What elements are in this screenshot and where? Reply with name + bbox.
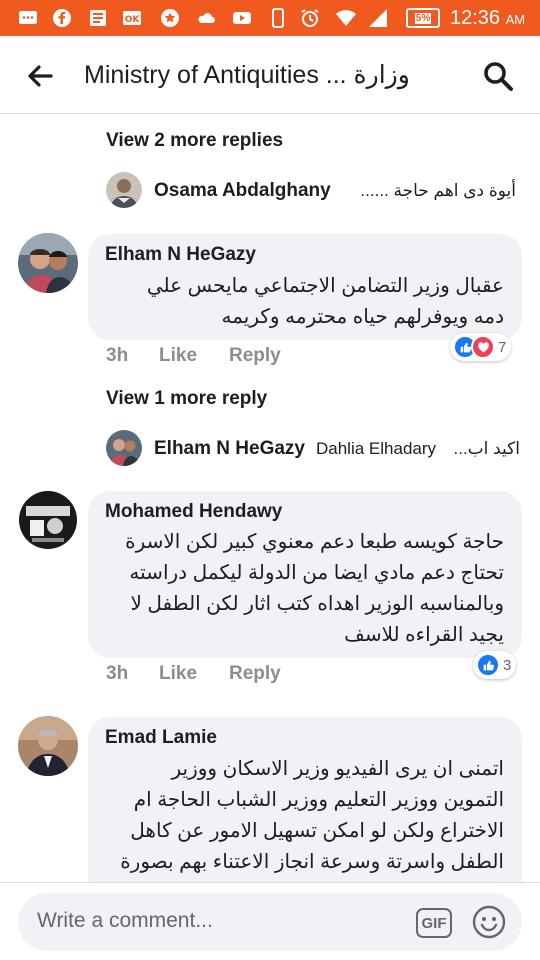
youtube-icon bbox=[232, 8, 252, 28]
cloud-icon bbox=[196, 8, 216, 28]
like-button[interactable]: Like bbox=[159, 663, 197, 685]
alarm-icon bbox=[300, 8, 320, 28]
clock: 12:36 AM bbox=[450, 7, 525, 30]
back-arrow-icon bbox=[28, 65, 53, 87]
message-icon bbox=[18, 8, 38, 28]
reply-preview[interactable]: أيوة دى اهم حاجة ...... bbox=[360, 181, 516, 201]
comment-line: الطفل واسرتة وسرعة انجاز الاعتناء بهم بص… bbox=[120, 851, 504, 873]
comment-line: دمه ويوفرلهم حياه محترمه وكريمه bbox=[221, 306, 504, 328]
search-button[interactable] bbox=[478, 56, 518, 96]
comment-timestamp[interactable]: 3h bbox=[106, 345, 128, 367]
comment-timestamp[interactable]: 3h bbox=[106, 663, 128, 685]
like-button[interactable]: Like bbox=[159, 345, 197, 367]
page-title: Ministry of Antiquities ... وزارة bbox=[84, 61, 410, 89]
clock-ampm: AM bbox=[505, 12, 526, 27]
wifi-icon bbox=[336, 8, 356, 28]
reply-mention[interactable]: Dahlia Elhadary bbox=[316, 439, 436, 459]
reply-button[interactable]: Reply bbox=[229, 663, 281, 685]
battery-level: 5% bbox=[414, 12, 432, 24]
comment-line: التموين ووزير التعليم ووزير الشباب الحاج… bbox=[133, 789, 504, 811]
comment-line: عقبال وزير التضامن الاجتماعي مايحس علي bbox=[146, 275, 504, 297]
comment-bubble[interactable]: Elham N HeGazy عقبال وزير التضامن الاجتم… bbox=[88, 234, 522, 340]
comment-author[interactable]: Elham N HeGazy bbox=[105, 244, 256, 266]
facebook-icon bbox=[52, 8, 72, 28]
news-icon bbox=[88, 8, 108, 28]
clock-time: 12:36 bbox=[450, 7, 501, 29]
reply-button[interactable]: Reply bbox=[229, 345, 281, 367]
reply-preview[interactable]: اكيد اب... bbox=[454, 439, 521, 459]
avatar[interactable] bbox=[18, 233, 78, 293]
view-more-replies-link[interactable]: View 2 more replies bbox=[106, 130, 283, 152]
status-bar: OK 5% 12:36 AM bbox=[0, 0, 540, 36]
comment-line: الاختراع ولكن لو امكن تسهيل الامور عن كا… bbox=[130, 820, 504, 842]
reply-author[interactable]: Elham N HeGazy bbox=[154, 438, 305, 460]
comment-text: عقبال وزير التضامن الاجتماعي مايحس علي د… bbox=[147, 271, 504, 333]
search-icon bbox=[484, 62, 513, 91]
comment-bubble[interactable]: Mohamed Hendawy حاجة كويسه طبعا دعم معنو… bbox=[88, 491, 522, 658]
battery-indicator: 5% bbox=[406, 8, 440, 28]
comment-bubble[interactable]: Emad Lamie اتمنى ان يرى الفيديو وزير الا… bbox=[88, 717, 522, 907]
like-reaction-icon bbox=[476, 653, 500, 677]
avatar[interactable] bbox=[18, 490, 78, 550]
comment-input[interactable]: Write a comment... GIF bbox=[18, 893, 522, 951]
avatar[interactable] bbox=[18, 716, 78, 776]
phone-icon bbox=[268, 8, 288, 28]
love-reaction-icon bbox=[471, 335, 495, 359]
reaction-summary[interactable]: 3 bbox=[473, 651, 517, 679]
comment-input-placeholder: Write a comment... bbox=[37, 909, 213, 932]
view-more-replies-link[interactable]: View 1 more reply bbox=[106, 388, 267, 410]
comment-line: اتمنى ان يرى الفيديو وزير الاسكان ووزير bbox=[171, 758, 504, 780]
emoji-icon bbox=[472, 905, 506, 939]
signal-icon bbox=[368, 8, 388, 28]
comment-text: اتمنى ان يرى الفيديو وزير الاسكان ووزير … bbox=[120, 754, 504, 878]
star-icon bbox=[160, 8, 180, 28]
reaction-count: 7 bbox=[498, 338, 507, 356]
avatar[interactable] bbox=[106, 430, 142, 466]
comment-line: تحتاج دعم مادي ايضا من الدولة ليكمل دراس… bbox=[129, 562, 504, 584]
avatar[interactable] bbox=[106, 172, 142, 208]
svg-text:OK: OK bbox=[125, 15, 141, 25]
comment-line: وبالمناسبه الوزير اهداه كتب اثار لكن الط… bbox=[130, 593, 504, 615]
reaction-count: 3 bbox=[503, 656, 512, 674]
comment-line: يجيد القراءه للاسف bbox=[344, 624, 504, 646]
back-button[interactable] bbox=[22, 58, 58, 94]
gif-button[interactable]: GIF bbox=[416, 908, 452, 938]
comment-composer: Write a comment... GIF bbox=[0, 882, 540, 960]
comment-author[interactable]: Emad Lamie bbox=[105, 727, 217, 749]
reaction-summary[interactable]: 7 bbox=[450, 333, 512, 361]
comment-line: حاجة كويسه طبعا دعم معنوي كبير لكن الاسر… bbox=[125, 531, 504, 553]
comment-text: حاجة كويسه طبعا دعم معنوي كبير لكن الاسر… bbox=[125, 527, 504, 651]
reply-author[interactable]: Osama Abdalghany bbox=[154, 180, 331, 202]
comment-author[interactable]: Mohamed Hendawy bbox=[105, 501, 282, 523]
app-header: Ministry of Antiquities ... وزارة bbox=[0, 36, 540, 114]
ok-icon: OK bbox=[122, 8, 142, 28]
emoji-button[interactable] bbox=[472, 905, 506, 939]
